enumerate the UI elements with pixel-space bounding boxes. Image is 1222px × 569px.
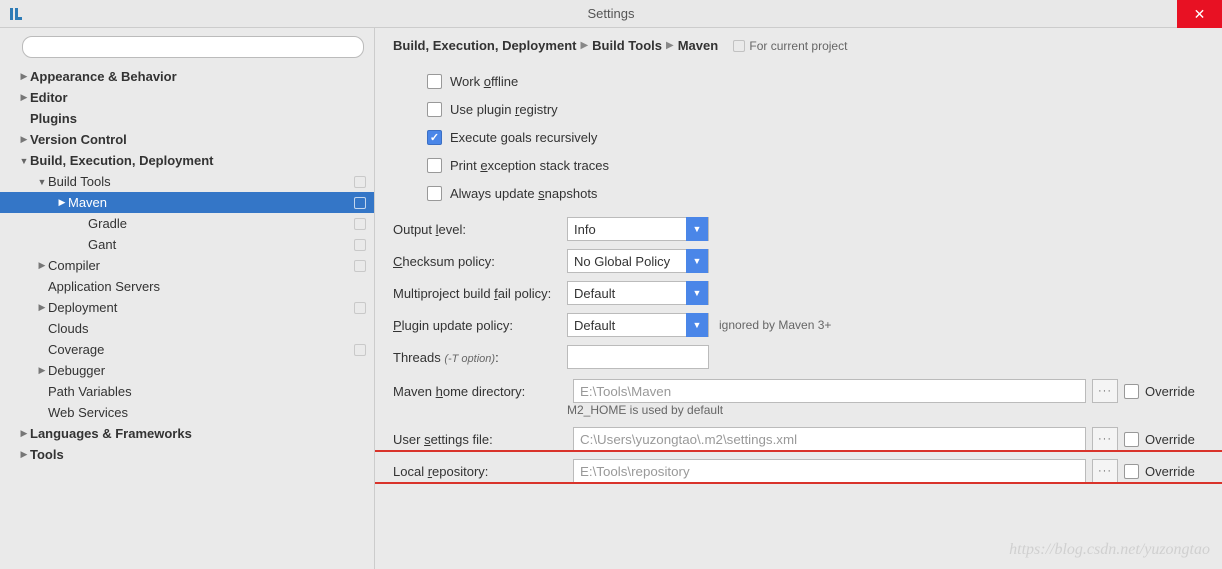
threads-label: Threads (-T option): — [393, 350, 567, 365]
chevron-right-icon: ▶ — [666, 40, 674, 51]
threads-input[interactable] — [567, 345, 709, 369]
plugin-registry-row: Use plugin registry — [393, 95, 1204, 123]
tree-vcs[interactable]: ▶Version Control — [0, 129, 374, 150]
plugin-registry-checkbox[interactable] — [427, 102, 442, 117]
copy-icon — [354, 239, 366, 251]
usersettings-label: User settings file: — [393, 432, 567, 447]
tree-langfw[interactable]: ▶Languages & Frameworks — [0, 423, 374, 444]
tree-coverage[interactable]: Coverage — [0, 339, 374, 360]
failpolicy-label: Multiproject build fail policy: — [393, 286, 567, 301]
override-label: Override — [1145, 432, 1195, 447]
copy-icon — [354, 260, 366, 272]
snapshots-row: Always update snapshots — [393, 179, 1204, 207]
tree-deployment[interactable]: ▶Deployment — [0, 297, 374, 318]
recursive-label: Execute goals recursively — [450, 130, 597, 145]
app-icon — [6, 4, 26, 24]
ignored-hint: ignored by Maven 3+ — [719, 318, 831, 332]
checksum-label: Checksum policy: — [393, 254, 567, 269]
localrepo-override: Override — [1124, 464, 1204, 479]
tree-gradle[interactable]: Gradle — [0, 213, 374, 234]
mavenhome-override-checkbox[interactable] — [1124, 384, 1139, 399]
breadcrumb: Build, Execution, Deployment ▶ Build Too… — [393, 38, 1204, 53]
tree-maven[interactable]: ▶Maven — [0, 192, 374, 213]
copy-icon — [354, 176, 366, 188]
tree-buildtools[interactable]: ▼Build Tools — [0, 171, 374, 192]
mavenhome-hint: M2_HOME is used by default — [567, 403, 1204, 417]
tree-debugger[interactable]: ▶Debugger — [0, 360, 374, 381]
chevron-down-icon: ▼ — [686, 313, 708, 337]
work-offline-checkbox[interactable] — [427, 74, 442, 89]
plugin-registry-label: Use plugin registry — [450, 102, 558, 117]
localrepo-override-checkbox[interactable] — [1124, 464, 1139, 479]
chevron-down-icon: ▼ — [686, 281, 708, 305]
chevron-right-icon: ▶ — [580, 40, 588, 51]
pluginupdate-select[interactable]: Default▼ — [567, 313, 709, 337]
search-input[interactable] — [22, 36, 364, 58]
copy-icon — [354, 197, 366, 209]
usersettings-override-checkbox[interactable] — [1124, 432, 1139, 447]
tree-gant[interactable]: Gant — [0, 234, 374, 255]
tree-plugins[interactable]: Plugins — [0, 108, 374, 129]
tree-editor[interactable]: ▶Editor — [0, 87, 374, 108]
usersettings-input[interactable] — [573, 427, 1086, 451]
tree-appservers[interactable]: Application Servers — [0, 276, 374, 297]
sidebar: ▶Appearance & Behavior ▶Editor Plugins ▶… — [0, 28, 375, 569]
localrepo-browse-button[interactable]: ··· — [1092, 459, 1118, 483]
work-offline-label: Work offline — [450, 74, 518, 89]
override-label: Override — [1145, 464, 1195, 479]
settings-tree: ▶Appearance & Behavior ▶Editor Plugins ▶… — [0, 64, 374, 569]
usersettings-override: Override — [1124, 432, 1204, 447]
stacktrace-label: Print exception stack traces — [450, 158, 609, 173]
chevron-down-icon: ▼ — [686, 217, 708, 241]
copy-icon — [354, 344, 366, 356]
output-level-select[interactable]: Info▼ — [567, 217, 709, 241]
chevron-down-icon: ▼ — [686, 249, 708, 273]
tree-bed[interactable]: ▼Build, Execution, Deployment — [0, 150, 374, 171]
copy-icon — [354, 302, 366, 314]
work-offline-row: Work offline — [393, 67, 1204, 95]
tree-clouds[interactable]: Clouds — [0, 318, 374, 339]
window-title: Settings — [588, 6, 635, 21]
mavenhome-browse-button[interactable]: ··· — [1092, 379, 1118, 403]
checksum-select[interactable]: No Global Policy▼ — [567, 249, 709, 273]
close-button[interactable]: ✕ — [1177, 0, 1222, 28]
recursive-checkbox[interactable] — [427, 130, 442, 145]
mavenhome-input[interactable] — [573, 379, 1086, 403]
output-level-label: Output level: — [393, 222, 567, 237]
usersettings-browse-button[interactable]: ··· — [1092, 427, 1118, 451]
copy-icon — [354, 218, 366, 230]
snapshots-label: Always update snapshots — [450, 186, 597, 201]
localrepo-label: Local repository: — [393, 464, 567, 479]
mavenhome-label: Maven home directory: — [393, 384, 567, 399]
copy-icon — [733, 40, 745, 52]
tree-tools[interactable]: ▶Tools — [0, 444, 374, 465]
mavenhome-override: Override — [1124, 384, 1204, 399]
stacktrace-checkbox[interactable] — [427, 158, 442, 173]
snapshots-checkbox[interactable] — [427, 186, 442, 201]
failpolicy-select[interactable]: Default▼ — [567, 281, 709, 305]
tree-appearance[interactable]: ▶Appearance & Behavior — [0, 66, 374, 87]
override-label: Override — [1145, 384, 1195, 399]
tree-webservices[interactable]: Web Services — [0, 402, 374, 423]
title-bar: Settings ✕ — [0, 0, 1222, 28]
stacktrace-row: Print exception stack traces — [393, 151, 1204, 179]
tree-compiler[interactable]: ▶Compiler — [0, 255, 374, 276]
recursive-row: Execute goals recursively — [393, 123, 1204, 151]
pluginupdate-label: Plugin update policy: — [393, 318, 567, 333]
tree-pathvars[interactable]: Path Variables — [0, 381, 374, 402]
localrepo-input[interactable] — [573, 459, 1086, 483]
main-panel: Build, Execution, Deployment ▶ Build Too… — [375, 28, 1222, 569]
